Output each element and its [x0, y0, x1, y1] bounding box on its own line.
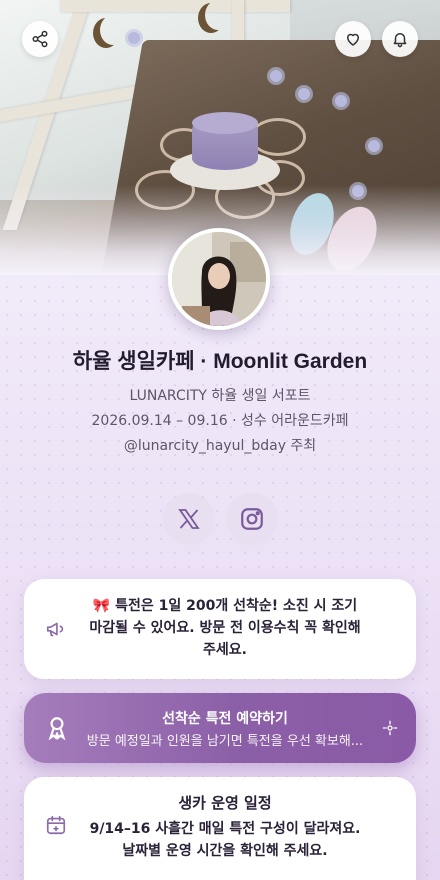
moon-garland [205, 0, 231, 30]
flower [128, 32, 140, 44]
flower [270, 70, 282, 82]
moon-garland [100, 15, 126, 45]
profile-avatar[interactable] [168, 228, 270, 330]
instagram-link-button[interactable] [226, 493, 278, 545]
host-handle[interactable]: @lunarcity_hayul_bday 주최 [0, 435, 440, 455]
bell-icon [393, 33, 407, 48]
organizer-line: LUNARCITY 하율 생일 서포트 [129, 388, 311, 404]
schedule-text: 9/14–16 사흘간 매일 특전 구성이 달라져요. 날짜별 운영 시간을 확… [89, 821, 361, 859]
like-button[interactable] [335, 21, 371, 57]
flower [335, 95, 347, 107]
notification-button[interactable] [382, 21, 418, 57]
notice-card: 🎀 특전은 1일 200개 선착순! 소진 시 조기 마감될 수 있어요. 방문… [24, 579, 416, 679]
avatar-photo [172, 232, 266, 326]
schedule-card[interactable]: 생카 운영 일정 9/14–16 사흘간 매일 특전 구성이 달라져요. 날짜별… [24, 777, 416, 880]
page-title: 하율 생일카페 · Moonlit Garden [72, 350, 368, 373]
x-logo-icon [178, 509, 200, 529]
flower [298, 88, 310, 100]
ribbon-icon [48, 717, 66, 741]
sparkle-icon [382, 720, 398, 736]
calendar-icon [42, 811, 70, 839]
x-link-button[interactable] [163, 493, 215, 545]
share-icon [32, 30, 48, 48]
reservation-button[interactable]: 선착순 특전 예약하기 방문 예정일과 인원을 남기면 특전을 우선 확보해..… [24, 693, 416, 763]
cta-title: 선착순 특전 예약하기 [162, 711, 288, 727]
share-button[interactable] [22, 21, 58, 57]
flower [368, 140, 380, 152]
instagram-icon [241, 508, 263, 530]
notice-text: 🎀 특전은 1일 200개 선착순! 소진 시 조기 마감될 수 있어요. 방문… [89, 598, 361, 658]
megaphone-icon [42, 615, 70, 643]
cta-subtitle: 방문 예정일과 인원을 남기면 특전을 우선 확보해... [86, 734, 364, 749]
schedule-title: 생카 운영 일정 [178, 794, 272, 812]
window-frame [60, 0, 290, 12]
heart-icon [347, 33, 359, 46]
ribbon-loop [250, 118, 306, 156]
date-place: 2026.09.14 – 09.16 · 성수 어라운드카페 [91, 413, 349, 429]
cake-top [192, 112, 258, 134]
